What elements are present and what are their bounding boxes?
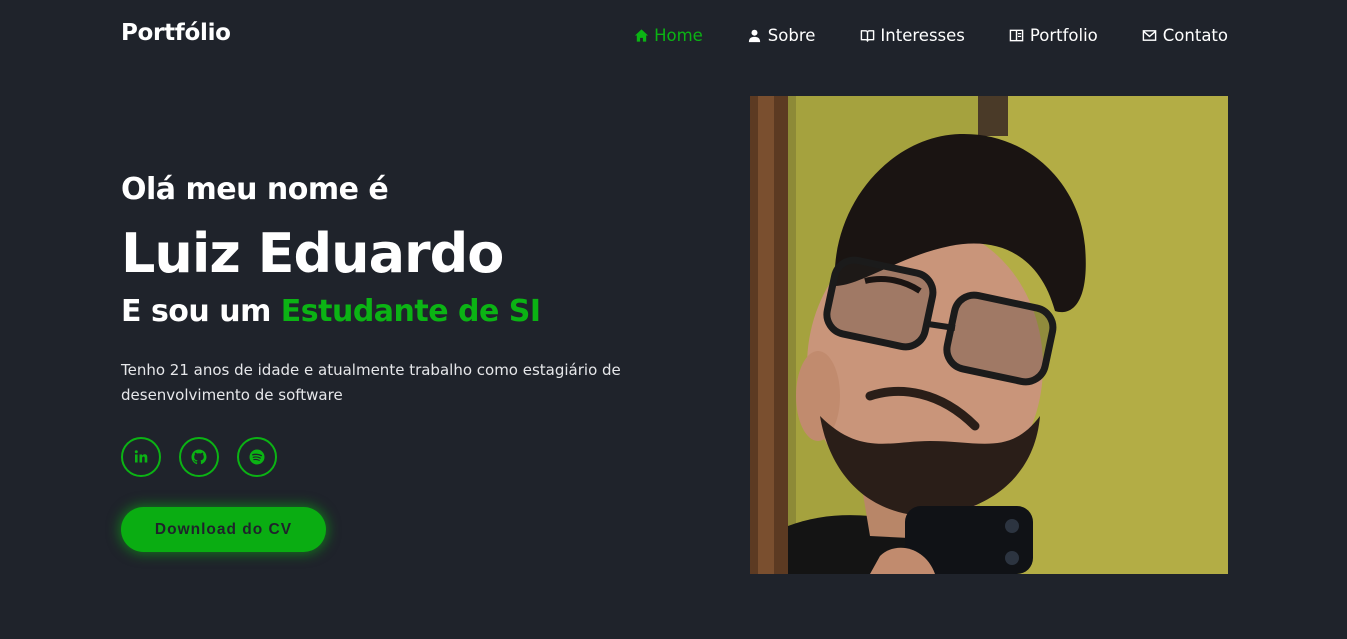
hero-role-highlight: Estudante de SI [280, 294, 541, 329]
nav-item-label: Sobre [767, 26, 816, 45]
layout-icon [1009, 28, 1025, 44]
hero-role: E sou um Estudante de SI [121, 294, 541, 329]
hero-greeting: Olá meu nome é [121, 172, 389, 207]
book-icon [859, 28, 875, 44]
github-icon [190, 448, 208, 466]
nav-item-portfolio[interactable]: Portfolio [1009, 26, 1098, 45]
spotify-link[interactable] [237, 437, 277, 477]
nav-item-label: Home [654, 26, 703, 45]
user-icon [747, 28, 763, 44]
linkedin-link[interactable] [121, 437, 161, 477]
hero-role-prefix: E sou um [121, 294, 271, 329]
nav-item-home[interactable]: Home [633, 26, 703, 45]
download-cv-button[interactable]: Download do CV [121, 507, 326, 552]
nav-item-contato[interactable]: Contato [1142, 26, 1228, 45]
profile-photo [750, 96, 1228, 574]
nav-item-sobre[interactable]: Sobre [747, 26, 816, 45]
linkedin-icon [132, 448, 150, 466]
nav-item-label: Portfolio [1029, 26, 1098, 45]
spotify-icon [248, 448, 266, 466]
nav-item-label: Contato [1162, 26, 1228, 45]
nav-item-label: Interesses [880, 26, 965, 45]
header: Portfólio Home Sobre Interesses Portfoli… [0, 0, 1347, 74]
hero-name: Luiz Eduardo [121, 222, 504, 285]
mail-icon [1142, 28, 1158, 44]
social-links [121, 437, 277, 477]
nav-item-interesses[interactable]: Interesses [859, 26, 965, 45]
home-icon [633, 28, 649, 44]
site-logo[interactable]: Portfólio [121, 20, 231, 46]
github-link[interactable] [179, 437, 219, 477]
main-nav: Home Sobre Interesses Portfolio Contato [589, 26, 1228, 45]
hero-description: Tenho 21 anos de idade e atualmente trab… [121, 361, 621, 404]
